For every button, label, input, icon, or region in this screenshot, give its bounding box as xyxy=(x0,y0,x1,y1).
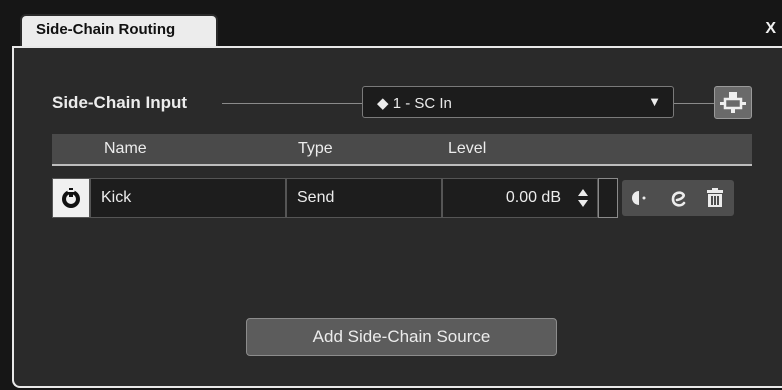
routing-icon xyxy=(720,92,746,113)
side-chain-input-label: Side-Chain Input xyxy=(52,93,188,112)
edit-icon[interactable] xyxy=(668,186,690,215)
column-header-level: Level xyxy=(448,140,487,157)
selected-input-value: ◆ 1 - SC In xyxy=(377,95,452,112)
type-cell[interactable]: Send xyxy=(286,178,442,218)
tab-title: Side-Chain Routing xyxy=(36,21,176,38)
level-meter xyxy=(598,178,618,218)
power-icon xyxy=(62,188,80,208)
row-level: 0.00 dB xyxy=(505,189,561,206)
activate-button[interactable] xyxy=(52,178,90,218)
pan-icon[interactable] xyxy=(630,186,648,215)
connector-line xyxy=(222,103,362,104)
close-button[interactable]: X xyxy=(765,20,776,38)
column-header-type: Type xyxy=(298,140,333,157)
table-header: Name Type Level xyxy=(52,134,752,166)
spinner-icon[interactable] xyxy=(577,188,589,213)
side-chain-routing-window: Side-Chain Routing X Side-Chain Input ◆ … xyxy=(0,0,782,390)
trash-icon[interactable] xyxy=(704,186,726,215)
side-chain-input-select[interactable]: ◆ 1 - SC In ▼ xyxy=(362,86,674,118)
row-type: Send xyxy=(297,189,335,206)
column-header-name: Name xyxy=(104,140,147,157)
chevron-down-icon: ▼ xyxy=(648,94,661,109)
name-cell[interactable]: Kick xyxy=(90,178,286,218)
row-actions xyxy=(622,180,734,216)
level-field[interactable]: 0.00 dB xyxy=(442,178,598,218)
table-row: Kick Send 0.00 dB xyxy=(52,178,752,218)
row-name: Kick xyxy=(101,189,132,206)
connector-line xyxy=(674,103,714,104)
routing-button[interactable] xyxy=(714,86,752,119)
add-side-chain-source-button[interactable]: Add Side-Chain Source xyxy=(246,318,557,356)
